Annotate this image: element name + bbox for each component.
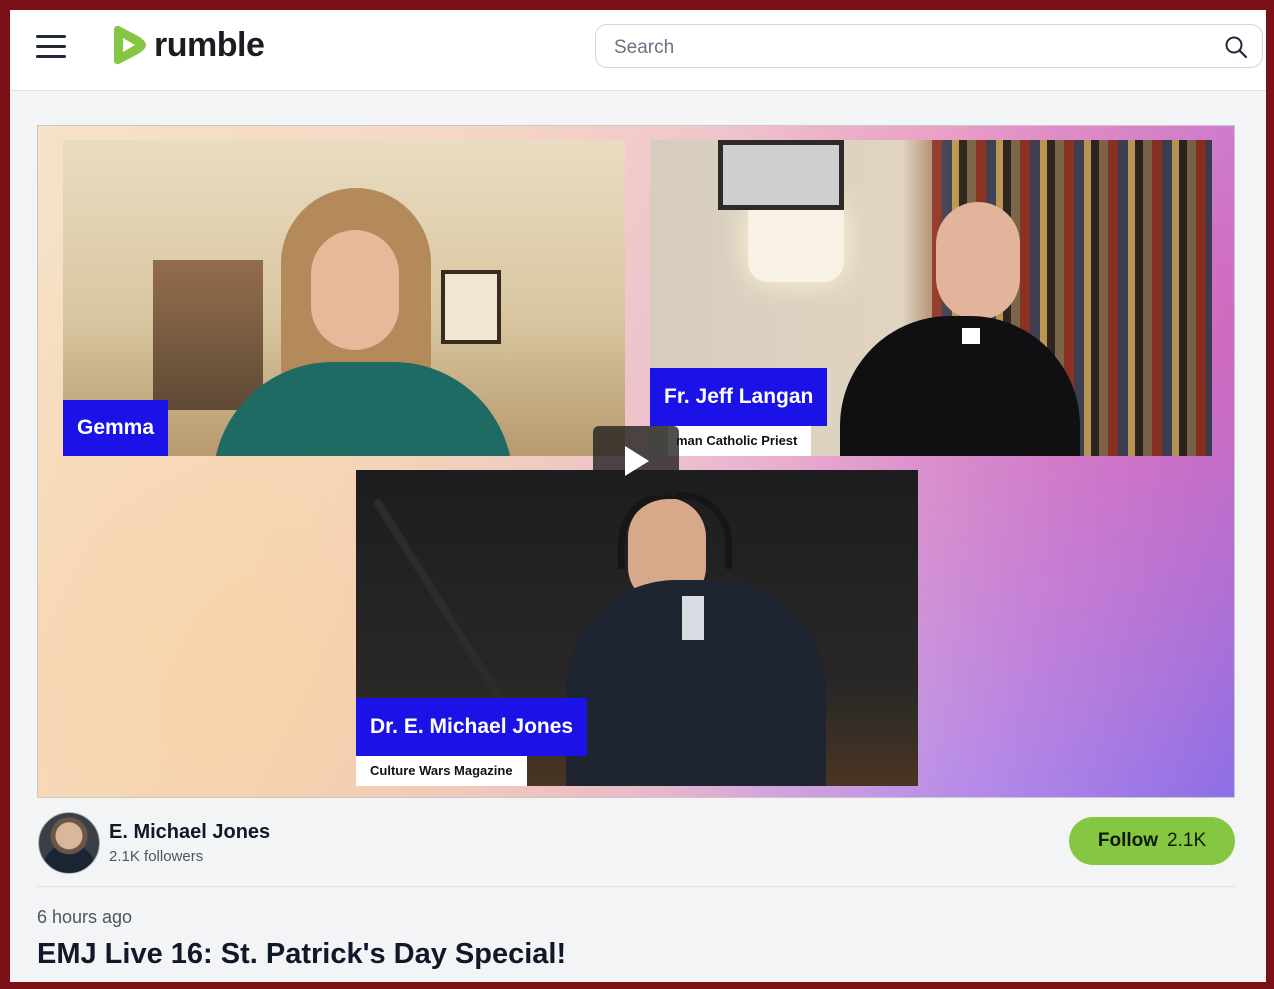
clerical-collar [962,328,980,344]
person-face [936,202,1020,320]
bookshelf-decor [153,260,263,410]
follow-count: 2.1K [1167,830,1207,851]
upload-time: 6 hours ago [37,907,133,927]
follow-button[interactable]: Follow 2.1K [1069,817,1235,865]
rumble-logo[interactable]: rumble [108,24,265,66]
site-header: rumble [10,10,1266,91]
follow-label: Follow [1097,830,1159,851]
participant-panel-jones: Dr. E. Michael Jones Culture Wars Magazi… [356,470,918,786]
follower-count: 2.1K followers [109,848,204,865]
shirt-collar [682,596,704,640]
hamburger-menu-icon[interactable] [36,33,68,59]
channel-row: E. Michael Jones 2.1K followers Follow 2… [37,810,1235,887]
participant-name-tag: Dr. E. Michael Jones [356,698,588,756]
wall-picture [718,140,844,210]
play-icon [625,446,649,476]
participant-panel-gemma: Gemma [63,140,625,456]
participant-subtitle-tag: man Catholic Priest [668,426,812,456]
avatar[interactable] [38,812,100,874]
participant-subtitle-tag: Culture Wars Magazine [356,756,527,786]
picture-frame [441,270,501,344]
page-frame: rumble Gemma Fr. Jeff Langan [10,10,1266,982]
play-button[interactable] [593,426,679,496]
search-icon[interactable] [1224,35,1248,59]
search-box [595,24,1263,68]
video-title: EMJ Live 16: St. Patrick's Day Special! [37,938,567,970]
person-face [311,230,399,350]
logo-text: rumble [154,25,265,64]
participant-name-tag: Gemma [63,400,169,456]
search-input[interactable] [612,35,1196,61]
participant-panel-langan: Fr. Jeff Langan man Catholic Priest [650,140,1212,456]
rumble-logo-icon [114,25,146,65]
headphones [618,492,732,569]
channel-name[interactable]: E. Michael Jones [109,821,270,844]
microphone-arm [372,497,507,706]
lamp-shade [748,204,844,282]
video-player[interactable]: Gemma Fr. Jeff Langan man Catholic Pries… [37,125,1235,798]
participant-name-tag: Fr. Jeff Langan [650,368,828,426]
